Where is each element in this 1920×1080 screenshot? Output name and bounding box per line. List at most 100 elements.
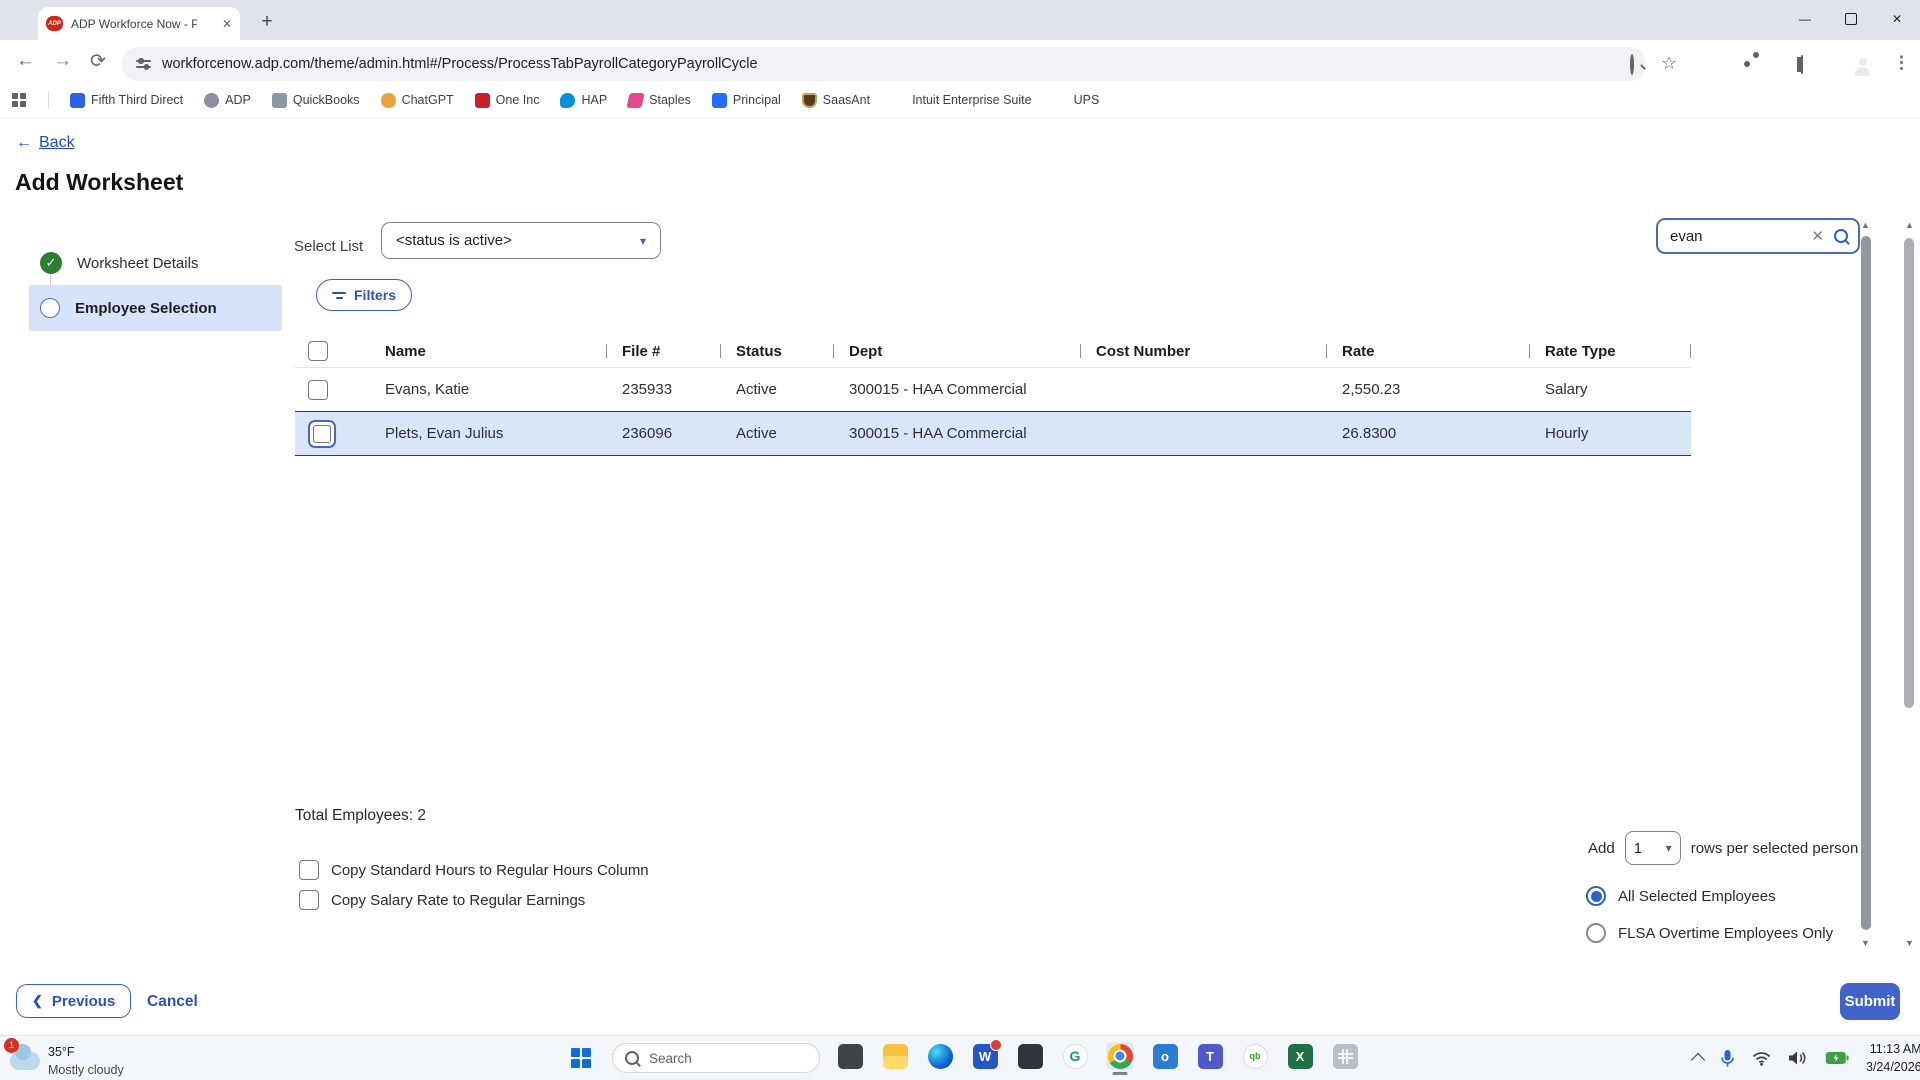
clear-search-icon[interactable]: ✕ <box>1811 227 1824 245</box>
select-all-checkbox[interactable] <box>308 341 328 361</box>
taskbar-excel[interactable]: X <box>1286 1042 1314 1070</box>
bookmark-one-inc[interactable]: One Inc <box>474 92 539 108</box>
browser-panel-icon[interactable] <box>1801 55 1803 74</box>
all-selected-employees-radio[interactable] <box>1586 886 1606 906</box>
bookmark-ups[interactable]: UPS <box>1053 93 1100 108</box>
new-tab-button[interactable]: + <box>254 9 280 35</box>
taskbar-edge[interactable] <box>926 1042 954 1070</box>
browser-tab[interactable]: ADP ADP Workforce Now - Payroll D ✕ <box>38 7 240 40</box>
content-scrollbar[interactable]: ▲ ▼ <box>1858 218 1873 950</box>
window-close-button[interactable]: ✕ <box>1874 0 1920 38</box>
taskbar-quickbooks[interactable]: qb <box>1241 1042 1269 1070</box>
copy-salary-rate-option[interactable]: Copy Salary Rate to Regular Earnings <box>299 890 585 910</box>
header-rate[interactable]: Rate <box>1327 335 1530 367</box>
previous-button[interactable]: ❮ Previous <box>16 984 132 1018</box>
apps-grid-icon[interactable] <box>12 92 27 108</box>
all-selected-employees-option[interactable]: All Selected Employees <box>1586 886 1776 906</box>
cell-dept: 300015 - HAA Commercial <box>849 381 1027 398</box>
url-text[interactable]: workforcenow.adp.com/theme/admin.html#/P… <box>162 56 758 72</box>
lens-search-icon[interactable] <box>1630 54 1634 75</box>
header-file[interactable]: File # <box>607 335 721 367</box>
cancel-link[interactable]: Cancel <box>147 993 198 1011</box>
microphone-icon[interactable] <box>1720 1049 1735 1068</box>
header-dept[interactable]: Dept <box>834 335 1081 367</box>
url-bar[interactable]: workforcenow.adp.com/theme/admin.html#/P… <box>122 47 1646 81</box>
taskbar-word[interactable]: W <box>971 1039 1002 1070</box>
page-scrollbar[interactable]: ▲ ▼ <box>1901 218 1918 950</box>
taskbar-clock[interactable]: 11:13 AM 3/24/2026 <box>1866 1040 1920 1076</box>
quickbooks-icon: qb <box>1242 1043 1268 1069</box>
taskbar-apps-grid[interactable] <box>1331 1042 1359 1070</box>
bookmark-quickbooks[interactable]: QuickBooks <box>271 92 360 108</box>
taskbar-file-explorer[interactable] <box>881 1042 909 1070</box>
flsa-overtime-option[interactable]: FLSA Overtime Employees Only <box>1586 923 1833 943</box>
option-label: Copy Standard Hours to Regular Hours Col… <box>331 861 649 879</box>
speaker-icon[interactable] <box>1788 1050 1808 1066</box>
copy-standard-hours-checkbox[interactable] <box>299 860 319 880</box>
scroll-down-icon[interactable]: ▼ <box>1858 938 1873 948</box>
scroll-up-icon[interactable]: ▲ <box>1858 220 1873 230</box>
bookmark-star-icon[interactable]: ☆ <box>1661 53 1677 74</box>
browser-reload-icon[interactable]: ⟳ <box>90 50 106 73</box>
bookmark-principal[interactable]: Principal <box>711 92 781 108</box>
header-cost-number[interactable]: Cost Number <box>1081 335 1327 367</box>
submit-button[interactable]: Submit <box>1840 983 1900 1020</box>
browser-forward-icon[interactable]: → <box>53 50 72 72</box>
tab-close-icon[interactable]: ✕ <box>222 17 232 31</box>
row-checkbox[interactable] <box>308 379 328 400</box>
chevron-down-icon: ▾ <box>1665 841 1672 855</box>
flsa-overtime-radio[interactable] <box>1586 923 1606 943</box>
row-select-cell[interactable] <box>295 368 370 411</box>
employee-search-input[interactable]: evan ✕ <box>1656 218 1860 254</box>
bookmark-hap[interactable]: HAP <box>560 92 607 108</box>
cell-cost <box>1081 368 1327 411</box>
taskbar-search[interactable]: Search <box>612 1043 820 1073</box>
step-employee-selection[interactable]: Employee Selection <box>29 285 282 331</box>
scrollbar-thumb[interactable] <box>1860 236 1871 930</box>
row-select-cell[interactable] <box>295 412 370 455</box>
start-button[interactable] <box>571 1048 593 1070</box>
select-list-dropdown[interactable]: <status is active> ▾ <box>381 222 661 259</box>
bookmark-fifth-third[interactable]: Fifth Third Direct <box>70 92 183 108</box>
step-worksheet-details[interactable]: ✓ Worksheet Details <box>29 251 282 275</box>
weather-widget[interactable]: 1 35°F Mostly cloudy <box>4 1038 124 1079</box>
header-status[interactable]: Status <box>721 335 834 367</box>
taskbar-grammarly[interactable]: G <box>1061 1042 1089 1070</box>
header-select-all[interactable] <box>295 335 370 367</box>
bookmark-saasant[interactable]: SaasAnt <box>801 92 870 108</box>
scroll-down-icon[interactable]: ▼ <box>1901 938 1918 948</box>
scrollbar-thumb[interactable] <box>1903 238 1914 708</box>
bookmark-intuit[interactable]: Intuit Enterprise Suite <box>891 93 1032 108</box>
taskbar-teams[interactable]: T <box>1196 1042 1224 1070</box>
bookmark-chatgpt[interactable]: ChatGPT <box>380 92 454 108</box>
wifi-icon[interactable] <box>1752 1051 1771 1066</box>
maximize-button[interactable] <box>1828 0 1874 38</box>
battery-icon[interactable] <box>1825 1051 1849 1065</box>
header-rate-type[interactable]: Rate Type <box>1530 335 1691 367</box>
browser-back-icon[interactable]: ← <box>16 50 35 72</box>
taskbar-outlook[interactable]: o <box>1151 1042 1179 1070</box>
site-settings-icon[interactable] <box>136 58 151 70</box>
tray-chevron-icon[interactable] <box>1690 1052 1706 1068</box>
bookmark-adp[interactable]: ADP <box>204 92 251 108</box>
taskbar-app-dark[interactable] <box>836 1042 864 1070</box>
row-checkbox[interactable] <box>313 424 331 443</box>
browser-menu-icon[interactable]: ⋮ <box>1893 53 1910 73</box>
copy-standard-hours-option[interactable]: Copy Standard Hours to Regular Hours Col… <box>299 860 649 880</box>
rows-count-dropdown[interactable]: 1 ▾ <box>1624 831 1681 865</box>
taskbar-app-5[interactable] <box>1016 1042 1044 1070</box>
bookmark-favicon <box>560 92 576 108</box>
taskbar-chrome-active[interactable] <box>1106 1042 1134 1070</box>
copy-salary-rate-checkbox[interactable] <box>299 890 319 910</box>
scroll-up-icon[interactable]: ▲ <box>1901 220 1918 230</box>
minimize-button[interactable]: — <box>1782 0 1828 38</box>
filters-button[interactable]: Filters <box>316 279 413 311</box>
table-row[interactable]: Evans, Katie 235933 Active 300015 - HAA … <box>295 368 1691 411</box>
taskbar-apps: W G o T qb X <box>836 1039 1359 1070</box>
table-row-highlighted[interactable]: Plets, Evan Julius 236096 Active 300015 … <box>295 411 1691 456</box>
header-name[interactable]: Name <box>370 335 607 367</box>
bookmark-staples[interactable]: Staples <box>626 92 691 108</box>
back-label: Back <box>39 134 75 151</box>
back-link[interactable]: ← Back <box>16 134 75 152</box>
search-icon[interactable] <box>1834 229 1848 243</box>
